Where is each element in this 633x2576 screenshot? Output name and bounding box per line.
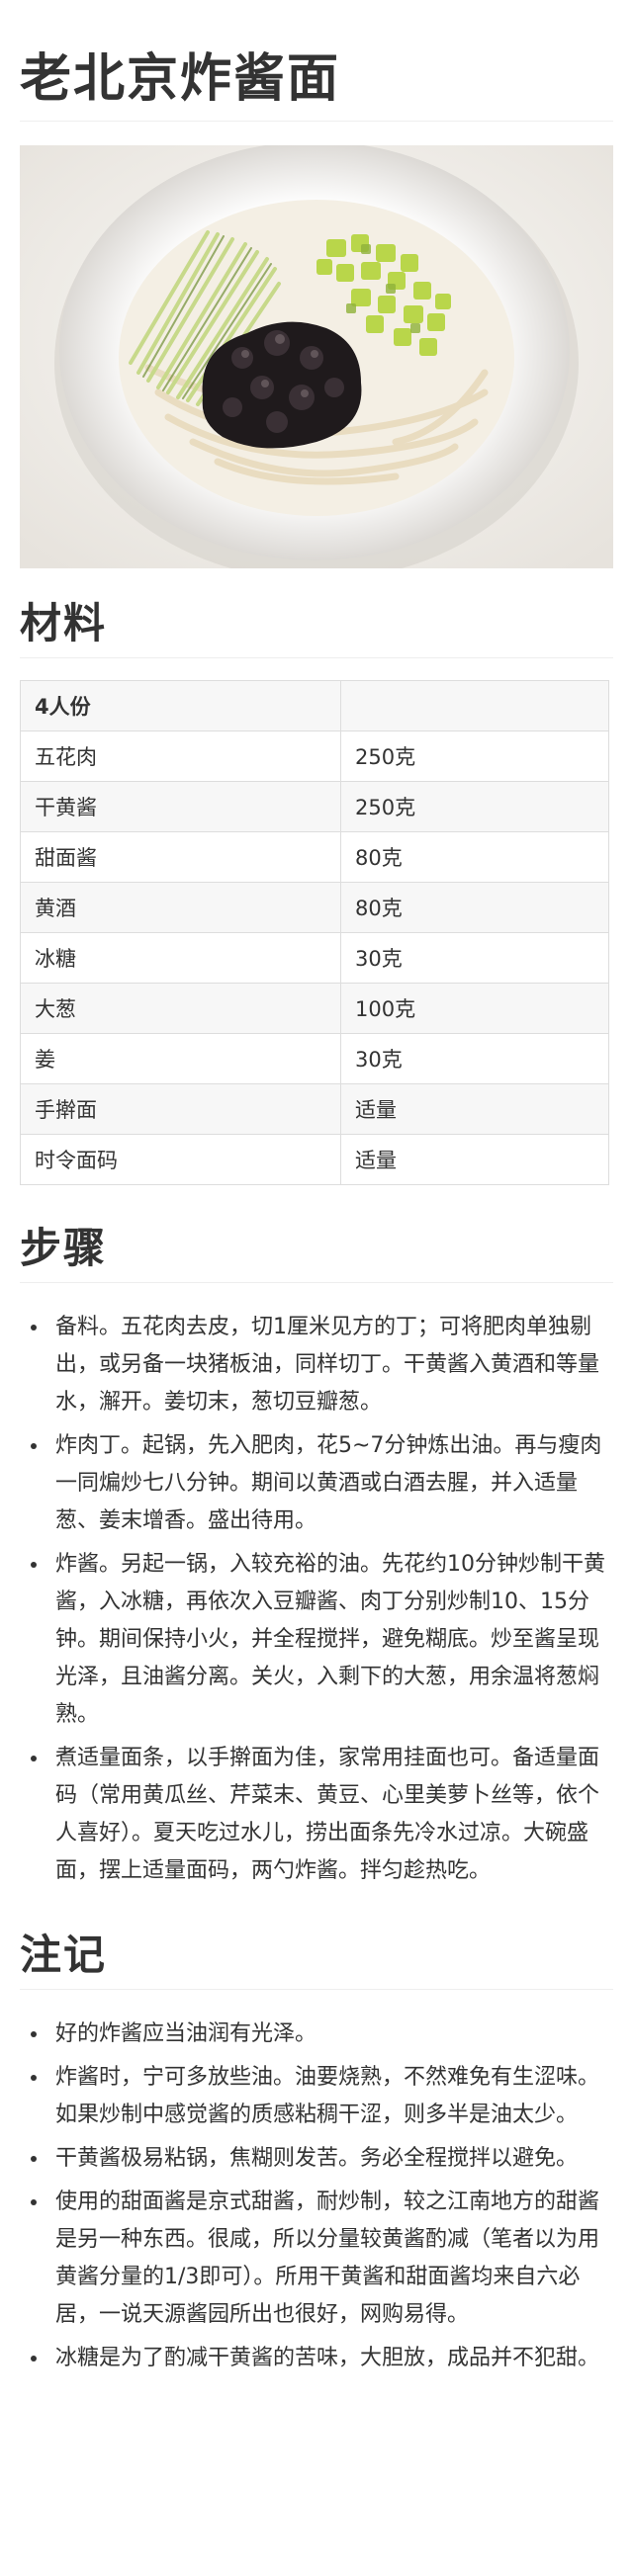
ingredient-name: 冰糖 xyxy=(20,932,341,984)
recipe-page: 老北京炸酱面 材料 4人份 五花肉 250克 干黄酱 250克 甜面酱 80克 … xyxy=(20,0,613,2377)
list-item: 炸酱。另起一锅，入较充裕的油。先花约10分钟炒制干黄酱，入冰糖，再依次入豆瓣酱、… xyxy=(49,1546,613,1734)
ingredient-name: 五花肉 xyxy=(20,730,341,782)
notes-section: 注记 好的炸酱应当油润有光泽。 炸酱时，宁可多放些油。油要烧熟，不然难免有生涩味… xyxy=(20,1926,613,2377)
table-row: 甜面酱 80克 xyxy=(20,831,609,883)
zhajiangmian-photo-icon xyxy=(20,145,613,568)
ingredient-name: 黄酒 xyxy=(20,882,341,933)
list-item: 煮适量面条，以手擀面为佳，家常用挂面也可。备适量面码（常用黄瓜丝、芹菜末、黄豆、… xyxy=(49,1740,613,1890)
ingredient-amount: 250克 xyxy=(340,730,609,782)
table-row: 姜 30克 xyxy=(20,1033,609,1084)
table-header-cell xyxy=(340,680,609,731)
table-row: 时令面码 适量 xyxy=(20,1134,609,1185)
ingredient-name: 大葱 xyxy=(20,983,341,1034)
materials-section: 材料 4人份 五花肉 250克 干黄酱 250克 甜面酱 80克 黄酒 80克 冰糖 30… xyxy=(20,594,613,1185)
ingredient-name: 姜 xyxy=(20,1033,341,1084)
ingredient-amount: 250克 xyxy=(340,781,609,832)
page-title: 老北京炸酱面 xyxy=(20,40,613,122)
ingredients-table: 4人份 五花肉 250克 干黄酱 250克 甜面酱 80克 黄酒 80克 冰糖 30克 大… xyxy=(20,680,609,1185)
table-header-cell: 4人份 xyxy=(20,680,341,731)
ingredient-name: 甜面酱 xyxy=(20,831,341,883)
ingredient-amount: 适量 xyxy=(340,1083,609,1135)
ingredient-amount: 30克 xyxy=(340,1033,609,1084)
list-item: 炸肉丁。起锅，先入肥肉，花5~7分钟炼出油。再与瘦肉一同煸炒七八分钟。期间以黄酒… xyxy=(49,1427,613,1540)
ingredient-amount: 30克 xyxy=(340,932,609,984)
steps-heading: 步骤 xyxy=(20,1219,613,1283)
table-row: 五花肉 250克 xyxy=(20,730,609,782)
list-item: 冰糖是为了酌减干黄酱的苦味，大胆放，成品并不犯甜。 xyxy=(49,2340,613,2377)
list-item: 备料。五花肉去皮，切1厘米见方的丁；可将肥肉单独剔出，或另备一块猪板油，同样切丁… xyxy=(49,1309,613,1421)
ingredient-amount: 80克 xyxy=(340,831,609,883)
table-row: 干黄酱 250克 xyxy=(20,781,609,832)
table-row: 冰糖 30克 xyxy=(20,932,609,984)
ingredient-amount: 80克 xyxy=(340,882,609,933)
list-item: 好的炸酱应当油润有光泽。 xyxy=(49,2016,613,2053)
notes-list: 好的炸酱应当油润有光泽。 炸酱时，宁可多放些油。油要烧熟，不然难免有生涩味。如果… xyxy=(20,2016,613,2377)
ingredient-amount: 适量 xyxy=(340,1134,609,1185)
ingredient-name: 时令面码 xyxy=(20,1134,341,1185)
dish-photo xyxy=(20,145,613,568)
ingredient-amount: 100克 xyxy=(340,983,609,1034)
steps-list: 备料。五花肉去皮，切1厘米见方的丁；可将肥肉单独剔出，或另备一块猪板油，同样切丁… xyxy=(20,1309,613,1890)
table-row: 黄酒 80克 xyxy=(20,882,609,933)
list-item: 干黄酱极易粘锅，焦糊则发苦。务必全程搅拌以避免。 xyxy=(49,2140,613,2178)
list-item: 炸酱时，宁可多放些油。油要烧熟，不然难免有生涩味。如果炒制中感觉酱的质感粘稠干涩… xyxy=(49,2059,613,2134)
table-header-row: 4人份 xyxy=(20,680,609,731)
ingredient-name: 手擀面 xyxy=(20,1083,341,1135)
materials-heading: 材料 xyxy=(20,594,613,658)
table-row: 大葱 100克 xyxy=(20,983,609,1034)
ingredient-name: 干黄酱 xyxy=(20,781,341,832)
table-row: 手擀面 适量 xyxy=(20,1083,609,1135)
steps-section: 步骤 备料。五花肉去皮，切1厘米见方的丁；可将肥肉单独剔出，或另备一块猪板油，同… xyxy=(20,1219,613,1890)
list-item: 使用的甜面酱是京式甜酱，耐炒制，较之江南地方的甜酱是另一种东西。很咸，所以分量较… xyxy=(49,2184,613,2334)
notes-heading: 注记 xyxy=(20,1926,613,1990)
